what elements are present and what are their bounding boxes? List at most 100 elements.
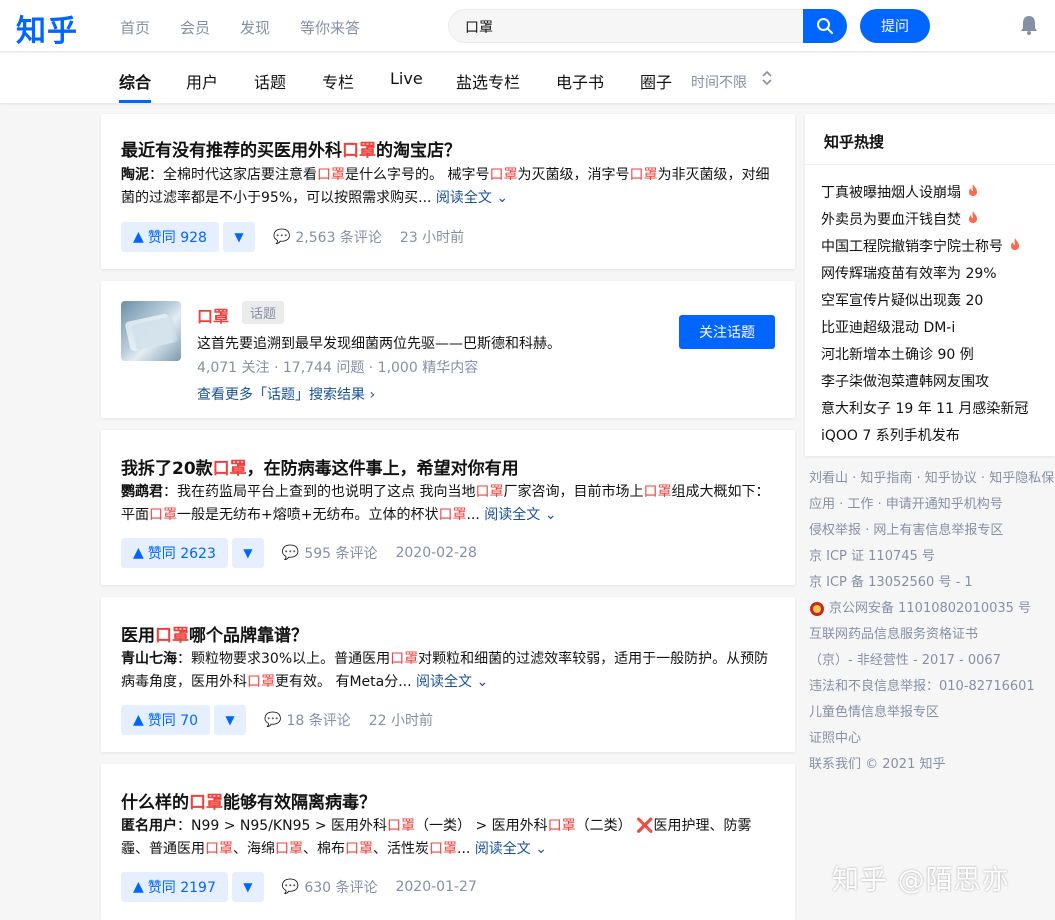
tab-salt-columns[interactable]: 盐选专栏 xyxy=(456,69,520,93)
nav-discover[interactable]: 发现 xyxy=(240,17,270,38)
time-filter[interactable]: 时间不限 xyxy=(691,72,747,92)
footer-links-3[interactable]: 侵权举报 · 网上有害信息举报专区 xyxy=(809,518,1054,544)
hot-search-list: 丁真被曝抽烟人设崩塌 外卖员为要血汗钱自焚 中国工程院撤销李宁院士称号 网传辉瑞疫苗有… xyxy=(821,178,1028,448)
read-more-link[interactable]: 阅读全文 ⌄ xyxy=(484,507,556,523)
nav-vip[interactable]: 会员 xyxy=(180,17,210,38)
chevron-right-icon: › xyxy=(369,387,376,403)
downvote-button[interactable]: ▼ xyxy=(214,705,247,735)
topic-image[interactable] xyxy=(121,301,181,361)
comments-button[interactable]: 💬 2,563 条评论 xyxy=(273,227,382,247)
question-title[interactable]: 最近有没有推荐的买医用外科口罩的淘宝店？ xyxy=(121,136,461,161)
triangle-up-icon: ▲ xyxy=(133,879,144,895)
footer-icp-record[interactable]: 京 ICP 备 13052560 号 - 1 xyxy=(809,570,1054,596)
comment-icon: 💬 xyxy=(281,545,300,561)
answer-excerpt[interactable]: 匿名用户：N99 > N95/KN95 > 医用外科口罩（一类） > 医用外科口… xyxy=(121,815,776,861)
action-row: ▲ 赞同 2197 ▼ 💬 630 条评论 2020-01-27 xyxy=(121,872,477,902)
footer-certificate-number: （京）- 非经营性 - 2017 - 0067 xyxy=(809,653,1001,668)
footer-child-report[interactable]: 儿童色情信息举报专区 xyxy=(809,700,1054,726)
read-more-link[interactable]: 阅读全文 ⌄ xyxy=(475,841,547,857)
answer-excerpt[interactable]: 陶泥：全棉时代这家店要注意看口罩是什么字号的。 械字号口罩为灭菌级，消字号口罩为… xyxy=(121,164,776,210)
search-icon xyxy=(817,18,833,34)
answer-author: 青山七海 xyxy=(121,651,177,667)
comments-button[interactable]: 💬 595 条评论 xyxy=(282,543,378,563)
upvote-button[interactable]: ▲ 赞同 2623 xyxy=(121,538,228,568)
topic-name[interactable]: 口罩 xyxy=(197,303,229,327)
footer-police-record[interactable]: 京公网安备 11010802010035 号 xyxy=(809,596,1054,622)
hot-search-item[interactable]: 河北新增本土确诊 90 例 xyxy=(821,340,1028,367)
answer-excerpt[interactable]: 青山七海：颗粒物要求30%以上。普通医用口罩对颗粒和细菌的过滤效率较弱，适用于一… xyxy=(121,648,776,694)
answer-author: 匿名用户 xyxy=(121,818,177,834)
downvote-button[interactable]: ▼ xyxy=(231,872,264,902)
watermark: 知乎 @陌思亦 xyxy=(832,865,1010,896)
answer-time: 2020-02-28 xyxy=(395,545,477,561)
zhihu-logo[interactable]: 知乎 xyxy=(16,6,78,50)
downvote-button[interactable]: ▼ xyxy=(231,538,264,568)
hot-search-item[interactable]: iQOO 7 系列手机发布 xyxy=(821,421,1028,448)
tab-ebooks[interactable]: 电子书 xyxy=(556,69,604,93)
answer-time: 2020-01-27 xyxy=(395,879,477,895)
footer-license-center[interactable]: 证照中心 xyxy=(809,726,1054,752)
footer-contact[interactable]: 联系我们 © 2021 知乎 xyxy=(809,752,1054,778)
hot-search-item[interactable]: 比亚迪超级混动 DM-i xyxy=(821,313,1028,340)
hot-search-item[interactable]: 外卖员为要血汗钱自焚 xyxy=(821,205,1028,232)
result-card-1: 最近有没有推荐的买医用外科口罩的淘宝店？ 陶泥：全棉时代这家店要注意看口罩是什么… xyxy=(101,114,795,269)
result-card-3: 医用口罩哪个品牌靠谱？ 青山七海：颗粒物要求30%以上。普通医用口罩对颗粒和细菌… xyxy=(101,597,795,752)
tab-circles[interactable]: 圈子 xyxy=(640,69,672,93)
downvote-button[interactable]: ▼ xyxy=(222,222,255,252)
hot-search-item[interactable]: 空军宣传片疑似出现轰 20 xyxy=(821,286,1028,313)
ask-question-button[interactable]: 提问 xyxy=(860,9,930,43)
hot-search-item[interactable]: 网传辉瑞疫苗有效率为 29% xyxy=(821,259,1028,286)
tab-all[interactable]: 综合 xyxy=(119,69,151,93)
footer-links-1[interactable]: 刘看山 · 知乎指南 · 知乎协议 · 知乎隐私保 xyxy=(809,466,1054,492)
search-button[interactable] xyxy=(803,9,847,43)
read-more-link[interactable]: 阅读全文 ⌄ xyxy=(436,190,508,206)
chevron-down-icon: ⌄ xyxy=(535,841,547,857)
hot-search-text: 李子柒做泡菜遭韩网友围攻 xyxy=(821,373,989,390)
footer-report-phone[interactable]: 违法和不良信息举报：010-82716601 xyxy=(809,674,1054,700)
search-input[interactable]: 口罩 xyxy=(448,9,804,43)
tab-topics[interactable]: 话题 xyxy=(254,69,286,93)
result-card-4: 什么样的口罩能够有效隔离病毒？ 匿名用户：N99 > N95/KN95 > 医用… xyxy=(101,764,795,920)
question-title[interactable]: 我拆了20款口罩，在防病毒这件事上，希望对你有用 xyxy=(121,454,519,479)
search-tabs: 综合 用户 话题 专栏 Live 盐选专栏 电子书 圈子 时间不限 xyxy=(0,53,1055,103)
read-more-link[interactable]: 阅读全文 ⌄ xyxy=(416,674,488,690)
upvote-button[interactable]: ▲ 赞同 70 xyxy=(121,705,211,735)
flame-icon xyxy=(967,183,979,201)
question-title[interactable]: 什么样的口罩能够有效隔离病毒？ xyxy=(121,788,376,813)
answer-time: 22 小时前 xyxy=(368,713,434,729)
comments-button[interactable]: 💬 630 条评论 xyxy=(282,877,378,897)
hot-search-title: 知乎热搜 xyxy=(824,133,885,151)
action-row: ▲ 赞同 70 ▼ 💬 18 条评论 22 小时前 xyxy=(121,705,433,735)
active-tab-indicator xyxy=(119,100,151,103)
hot-search-panel: 知乎热搜 丁真被曝抽烟人设崩塌 外卖员为要血汗钱自焚 中国工程院撤销李宁院士称号 网传… xyxy=(805,114,1055,456)
comments-button[interactable]: 💬 18 条评论 xyxy=(264,710,351,730)
hot-search-item[interactable]: 丁真被曝抽烟人设崩塌 xyxy=(821,178,1028,205)
more-topics-link[interactable]: 查看更多「话题」搜索结果 › xyxy=(197,384,375,404)
hot-search-item[interactable]: 李子柒做泡菜遭韩网友围攻 xyxy=(821,367,1028,394)
footer-drug-certificate[interactable]: 互联网药品信息服务资格证书 xyxy=(809,622,1054,648)
sidebar-footer: 刘看山 · 知乎指南 · 知乎协议 · 知乎隐私保 应用 · 工作 · 申请开通… xyxy=(809,466,1054,778)
answer-excerpt[interactable]: 鹦鹉君：我在药监局平台上查到的也说明了这点 我向当地口罩厂家咨询，目前市场上口罩… xyxy=(121,481,776,527)
hot-search-item[interactable]: 意大利女子 19 年 11 月感染新冠 xyxy=(821,394,1028,421)
tab-columns[interactable]: 专栏 xyxy=(322,69,354,93)
footer-icp-license[interactable]: 京 ICP 证 110745 号 xyxy=(809,544,1054,570)
nav-waiting-answers[interactable]: 等你来答 xyxy=(300,17,360,38)
comment-icon: 💬 xyxy=(272,229,291,245)
upvote-button[interactable]: ▲ 赞同 2197 xyxy=(121,872,228,902)
notification-button[interactable] xyxy=(1018,14,1040,40)
upvote-button[interactable]: ▲ 赞同 928 xyxy=(121,222,219,252)
nav-home[interactable]: 首页 xyxy=(120,17,150,38)
footer-links-2[interactable]: 应用 · 工作 · 申请开通知乎机构号 xyxy=(809,492,1054,518)
answer-author: 鹦鹉君 xyxy=(121,484,163,500)
hot-search-text: iQOO 7 系列手机发布 xyxy=(821,427,960,444)
updown-chevron-icon[interactable] xyxy=(760,69,774,87)
top-nav: 首页 会员 发现 等你来答 xyxy=(120,17,360,38)
tab-users[interactable]: 用户 xyxy=(186,69,218,93)
question-title[interactable]: 医用口罩哪个品牌靠谱？ xyxy=(121,621,308,646)
follow-topic-button[interactable]: 关注话题 xyxy=(679,315,775,349)
divider xyxy=(805,164,1055,165)
comment-icon: 💬 xyxy=(281,879,300,895)
tab-live[interactable]: Live xyxy=(390,69,423,88)
hot-search-item[interactable]: 中国工程院撤销李宁院士称号 xyxy=(821,232,1028,259)
triangle-up-icon: ▲ xyxy=(133,545,144,561)
